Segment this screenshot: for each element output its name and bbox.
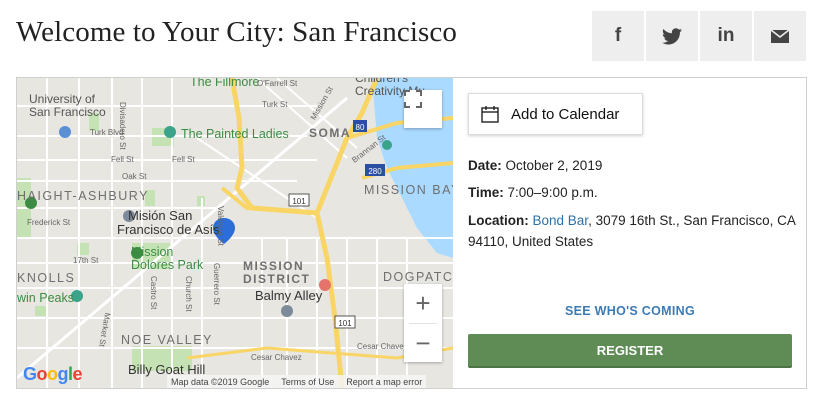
map-attribution: Map data ©2019 Google Terms of Use Repor… bbox=[167, 375, 427, 388]
map-label-noe-valley: NOE VALLEY bbox=[121, 333, 213, 347]
map-label-guerrero: Guerrero St bbox=[212, 263, 221, 305]
zoom-in-button[interactable]: + bbox=[404, 284, 442, 323]
event-date: Date: October 2, 2019 bbox=[468, 155, 798, 176]
event-card: 80 280 101 101 University of San Francisc… bbox=[16, 77, 807, 389]
event-details-panel: Add to Calendar Date: October 2, 2019 Ti… bbox=[468, 78, 806, 388]
see-whos-coming-link[interactable]: SEE WHO'S COMING bbox=[468, 304, 792, 318]
map-data-credit: Map data ©2019 Google bbox=[171, 376, 270, 387]
calendar-icon bbox=[481, 106, 499, 123]
map-label-twin-peaks: win Peaks bbox=[17, 291, 74, 305]
event-time: Time: 7:00–9:00 p.m. bbox=[468, 182, 798, 203]
time-label: Time: bbox=[468, 185, 504, 200]
add-to-calendar-button[interactable]: Add to Calendar bbox=[468, 93, 643, 135]
report-map-error-link[interactable]: Report a map error bbox=[346, 377, 422, 387]
map-label-soma: SOMA bbox=[309, 126, 351, 140]
map-label-haight-ashbury: HAIGHT-ASHBURY bbox=[17, 189, 149, 203]
map-label-divisadero: Divisadero St bbox=[118, 102, 127, 150]
map-label-17th: 17th St bbox=[73, 256, 99, 265]
map-label-balmy-alley: Balmy Alley bbox=[255, 288, 323, 303]
email-share-button[interactable] bbox=[754, 11, 806, 61]
map-fullscreen-button[interactable] bbox=[404, 90, 442, 128]
venue-link[interactable]: Bond Bar bbox=[533, 213, 589, 228]
event-map[interactable]: 80 280 101 101 University of San Francisc… bbox=[17, 78, 453, 388]
map-label-fell-1: Fell St bbox=[111, 155, 134, 164]
facebook-share-button[interactable]: f bbox=[592, 11, 644, 61]
location-label: Location: bbox=[468, 213, 529, 228]
email-icon bbox=[771, 29, 789, 43]
zoom-out-button[interactable]: − bbox=[404, 324, 442, 363]
terms-of-use-link[interactable]: Terms of Use bbox=[281, 377, 334, 387]
map-label-university: University of San Francisco bbox=[29, 92, 106, 119]
map-label-frederick: Frederick St bbox=[27, 218, 71, 227]
map-label-oak: Oak St bbox=[122, 172, 147, 181]
map-label-mission-district: MISSION DISTRICT bbox=[243, 259, 311, 286]
map-label-fillmore: The Fillmore bbox=[190, 78, 260, 89]
linkedin-share-button[interactable]: in bbox=[700, 11, 752, 61]
register-button[interactable]: REGISTER bbox=[468, 334, 792, 368]
map-label-mission-bay: MISSION BAY bbox=[364, 183, 453, 197]
page-title: Welcome to Your City: San Francisco bbox=[16, 16, 457, 48]
map-label-valencia: Valencia St bbox=[216, 206, 225, 246]
date-label: Date: bbox=[468, 158, 502, 173]
twitter-icon bbox=[662, 27, 682, 44]
map-label-painted-ladies: The Painted Ladies bbox=[181, 127, 289, 141]
map-label-dogpatch: DOGPATCH bbox=[383, 270, 453, 284]
map-label-church: Church St bbox=[184, 276, 193, 312]
hwy-80-shield: 80 bbox=[356, 123, 365, 132]
hwy-101-shield-b: 101 bbox=[338, 319, 352, 328]
facebook-icon: f bbox=[614, 25, 622, 46]
twitter-share-button[interactable] bbox=[646, 11, 698, 61]
map-label-cesar-chavez: Cesar Chavez bbox=[251, 353, 302, 362]
map-label-mision-san: Misión San bbox=[128, 208, 193, 223]
google-logo[interactable]: Google bbox=[23, 364, 83, 385]
map-label-fell-2: Fell St bbox=[172, 155, 195, 164]
map-label-knolls: KNOLLS bbox=[17, 271, 76, 285]
map-label-francisco-asis: Francisco de Asís bbox=[117, 222, 220, 237]
linkedin-icon: in bbox=[717, 25, 735, 46]
map-label-castro: Castro St bbox=[149, 276, 158, 310]
event-location: Location: Bond Bar, 3079 16th St., San F… bbox=[468, 210, 798, 252]
hwy-280-shield: 280 bbox=[368, 167, 382, 176]
map-label-mission-dolores: Mission Dolores Park bbox=[131, 245, 204, 272]
map-label-ofarrell: O'Farrell St bbox=[257, 79, 298, 88]
add-to-calendar-label: Add to Calendar bbox=[511, 105, 620, 123]
fullscreen-icon bbox=[404, 90, 422, 108]
hwy-101-shield-a: 101 bbox=[292, 197, 306, 206]
date-value: October 2, 2019 bbox=[501, 158, 603, 173]
time-value: 7:00–9:00 p.m. bbox=[503, 185, 598, 200]
share-bar: f in bbox=[592, 11, 806, 61]
map-label-turk-st: Turk St bbox=[262, 100, 288, 109]
map-zoom-controls: + − bbox=[404, 284, 442, 362]
